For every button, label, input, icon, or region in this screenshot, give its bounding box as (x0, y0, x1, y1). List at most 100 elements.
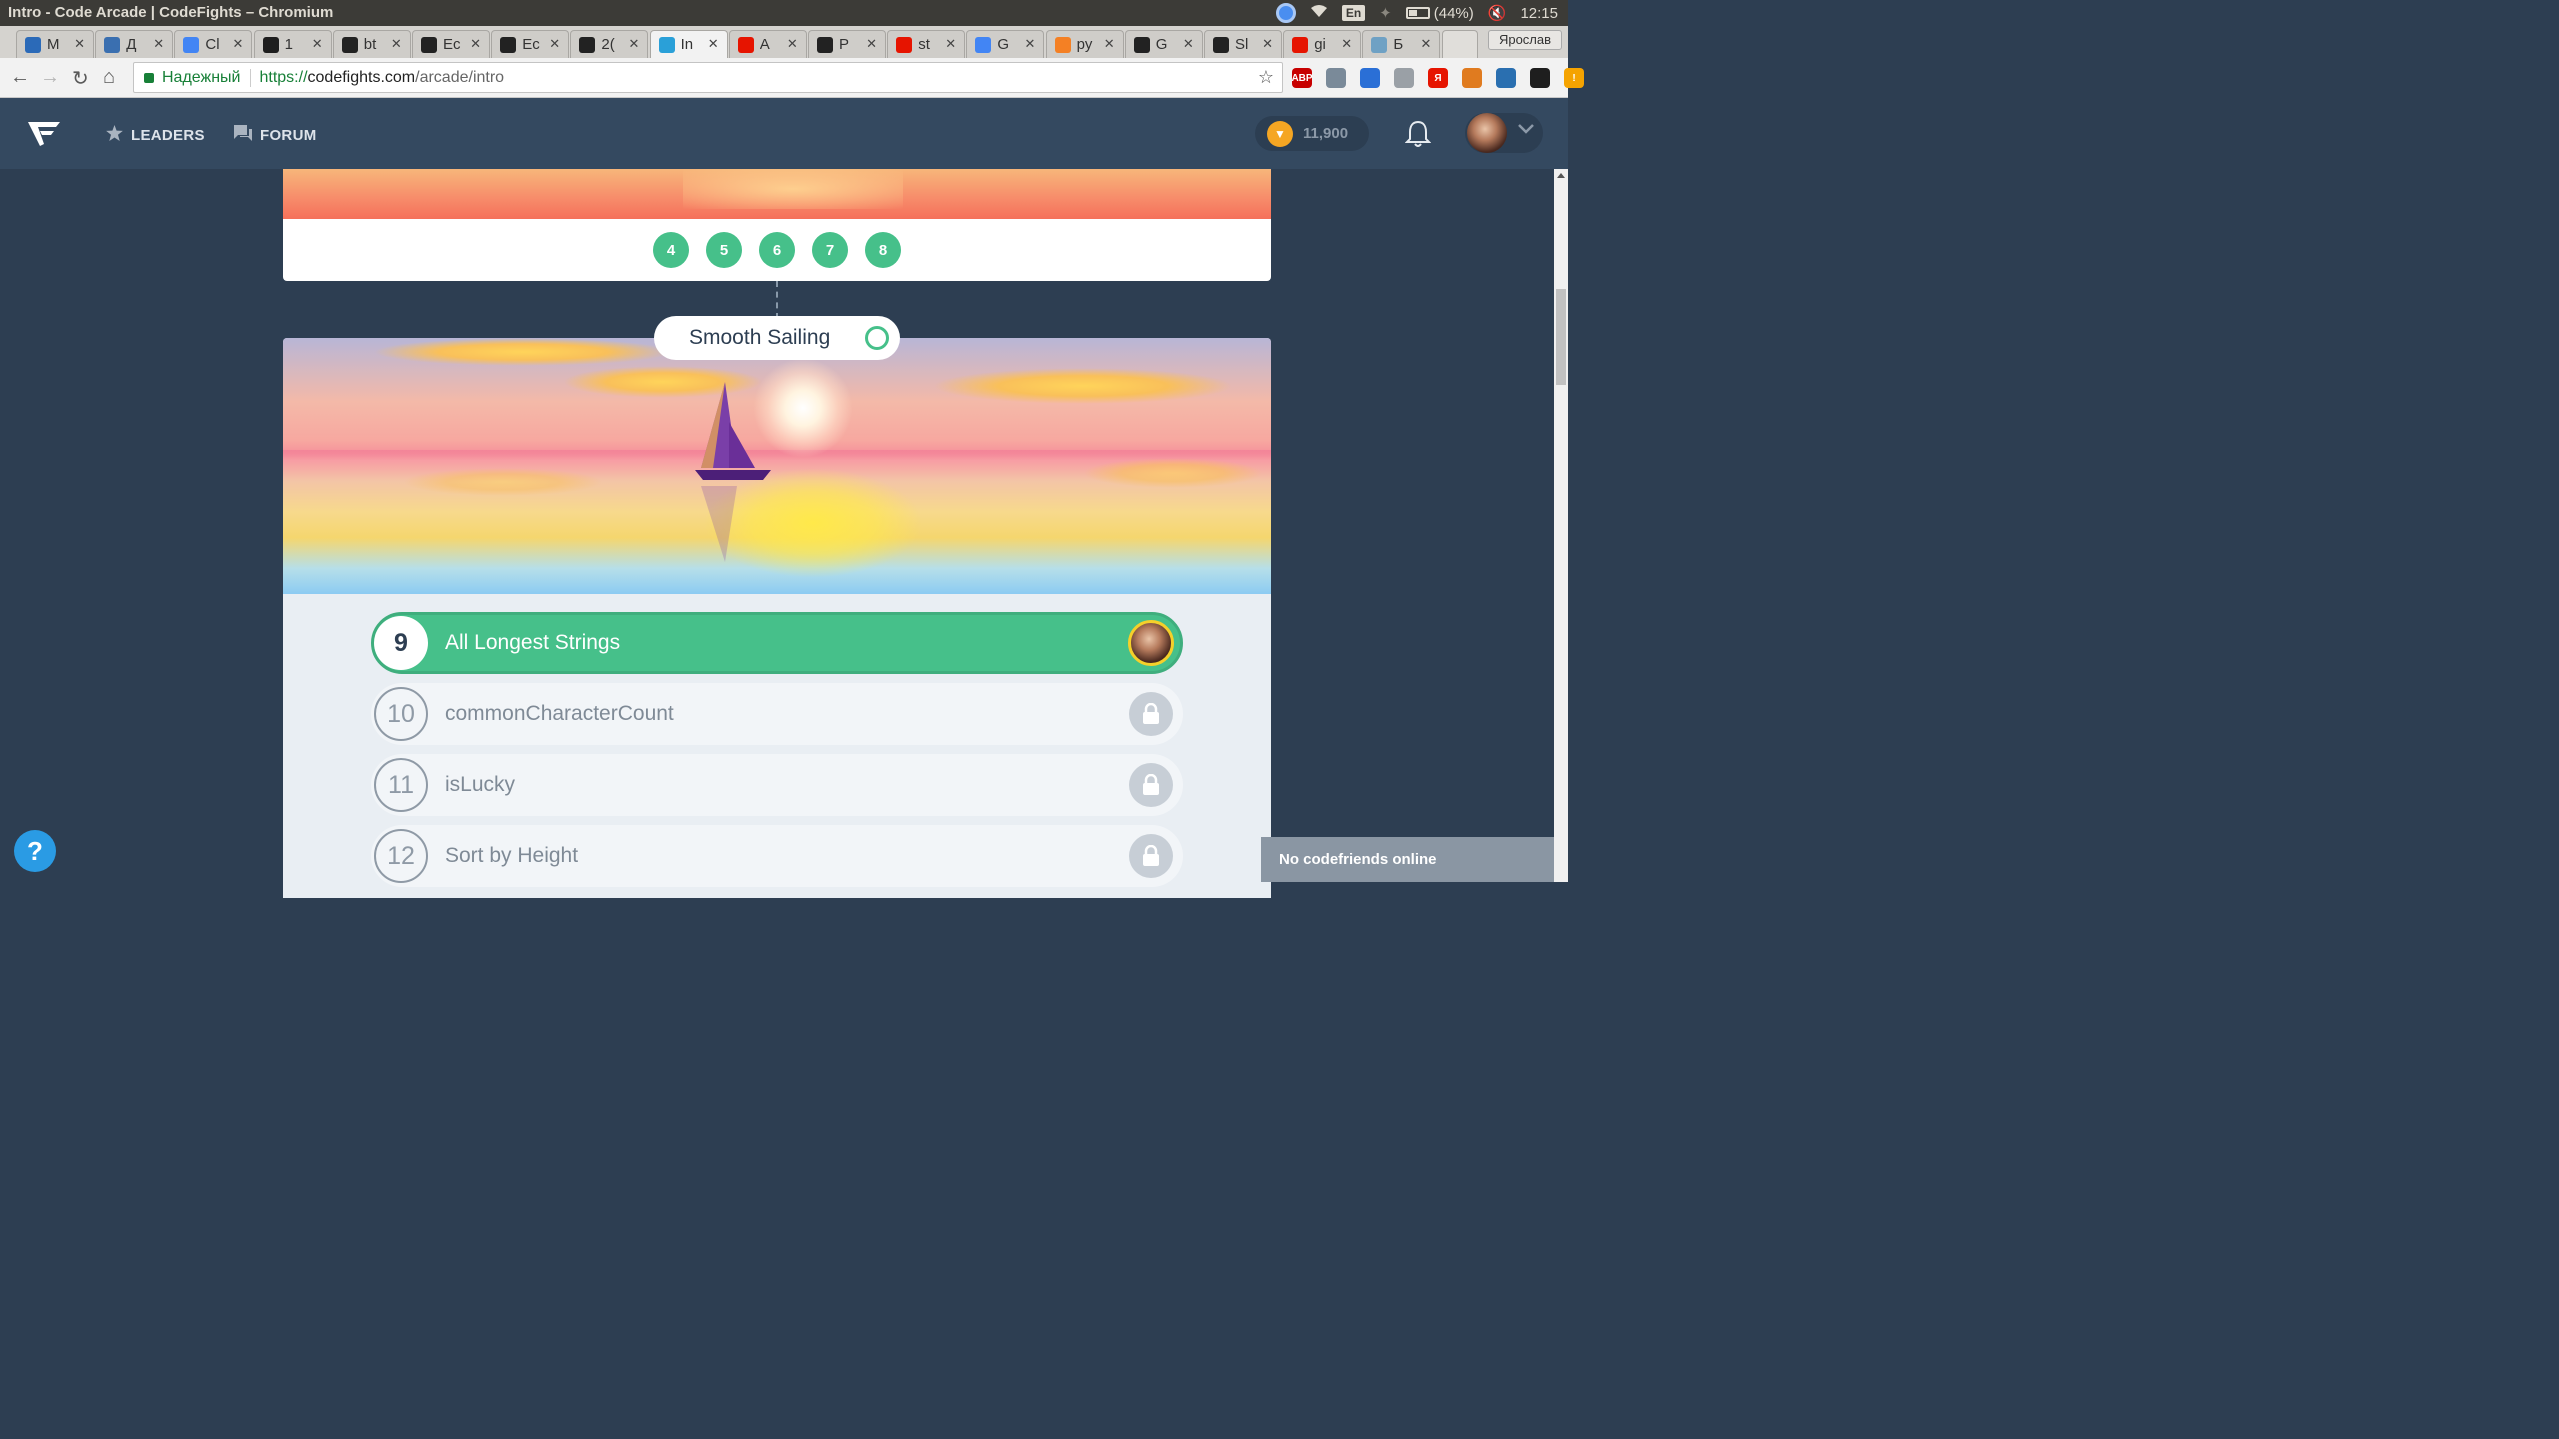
previous-topic-card: 45678 (283, 169, 1271, 281)
browser-tab[interactable]: In ✕ (649, 30, 728, 58)
help-button[interactable]: ? (14, 830, 56, 872)
bookmark-star-icon[interactable]: ☆ (1258, 67, 1274, 88)
avatar[interactable] (1467, 113, 1507, 153)
close-icon[interactable]: ✕ (866, 36, 877, 52)
reload-icon[interactable]: ↻ (72, 66, 89, 91)
cloud (1083, 458, 1263, 488)
bluebox-icon[interactable] (1496, 68, 1516, 88)
browser-tab[interactable]: M ✕ (16, 30, 94, 58)
close-icon[interactable]: ✕ (391, 36, 402, 52)
browser-tab[interactable]: Ec ✕ (491, 30, 570, 58)
tab-label: Б (1393, 36, 1404, 53)
battery-indicator[interactable]: (44%) (1405, 5, 1474, 22)
browser-tab[interactable]: py ✕ (1045, 30, 1124, 58)
url-host: codefights.com (307, 68, 416, 86)
close-icon[interactable]: ✕ (470, 36, 481, 52)
completed-level-dot[interactable]: 5 (706, 232, 742, 268)
tab-label: G (997, 36, 1010, 53)
level-row[interactable]: 12 Sort by Height (371, 825, 1183, 887)
close-icon[interactable]: ✕ (232, 36, 243, 52)
user-menu[interactable] (1465, 113, 1543, 153)
tab-label: M (47, 36, 60, 53)
browser-tab[interactable]: Ec ✕ (412, 30, 490, 58)
home-icon[interactable]: ⌂ (103, 66, 115, 89)
yandex-icon (1292, 36, 1309, 53)
close-icon[interactable]: ✕ (153, 36, 164, 52)
extension-icon[interactable] (1326, 68, 1346, 88)
completed-level-dot[interactable]: 7 (812, 232, 848, 268)
paw-icon[interactable] (1394, 68, 1414, 88)
browser-tab[interactable]: Д ✕ (95, 30, 174, 58)
browser-tab[interactable]: Sl ✕ (1204, 30, 1282, 58)
close-icon[interactable]: ✕ (1420, 36, 1431, 52)
coin-balance[interactable]: ▼ 11,900 (1255, 116, 1369, 151)
close-icon[interactable]: ✕ (945, 36, 956, 52)
codefriends-panel[interactable]: No codefriends online (1261, 837, 1554, 882)
browser-tab[interactable]: 1 ✕ (253, 30, 332, 58)
topic-title-pill[interactable]: Smooth Sailing (654, 316, 900, 360)
chevron-down-icon[interactable] (1518, 121, 1534, 139)
codefights-logo-icon[interactable] (26, 118, 62, 148)
close-icon[interactable]: ✕ (1341, 36, 1352, 52)
browser-tab[interactable]: gi ✕ (1283, 30, 1362, 58)
close-icon[interactable]: ✕ (708, 36, 719, 52)
browser-tab[interactable]: Б ✕ (1362, 30, 1441, 58)
close-icon[interactable]: ✕ (74, 36, 85, 52)
close-icon[interactable]: ✕ (1024, 36, 1035, 52)
completed-level-dot[interactable]: 4 (653, 232, 689, 268)
new-tab-button[interactable] (1441, 30, 1478, 58)
back-arrow-icon[interactable]: ← (10, 66, 30, 89)
address-bar[interactable]: Надежный https:// codefights.com /arcade… (133, 62, 1283, 93)
browser-tab[interactable]: st ✕ (887, 30, 966, 58)
close-icon[interactable]: ✕ (1262, 36, 1273, 52)
leaders-link[interactable]: LEADERS (106, 125, 205, 145)
level-name: commonCharacterCount (445, 702, 674, 725)
avatar (1128, 620, 1174, 666)
browser-tab[interactable]: G ✕ (1124, 30, 1203, 58)
forum-link[interactable]: FORUM (234, 125, 317, 145)
level-row[interactable]: 9 All Longest Strings (371, 612, 1183, 674)
scroll-up-arrow-icon[interactable] (1557, 173, 1565, 178)
close-icon[interactable]: ✕ (787, 36, 798, 52)
keyboard-layout[interactable]: En (1341, 5, 1366, 21)
browser-tab[interactable]: bt ✕ (332, 30, 411, 58)
close-icon[interactable]: ✕ (628, 36, 639, 52)
level-number: 12 (374, 829, 428, 883)
adblock-icon[interactable]: ABP (1291, 68, 1313, 88)
close-icon[interactable]: ✕ (1104, 36, 1115, 52)
level-number: 11 (374, 758, 428, 812)
page-scrollbar[interactable] (1554, 169, 1568, 882)
close-icon[interactable]: ✕ (1183, 36, 1194, 52)
pipette-icon[interactable] (1360, 68, 1380, 88)
yandex-icon[interactable]: Я (1428, 68, 1448, 88)
close-icon[interactable]: ✕ (312, 36, 323, 52)
completed-level-dot[interactable]: 6 (759, 232, 795, 268)
browser-tab[interactable]: P ✕ (808, 30, 886, 58)
bluetooth-icon[interactable]: ✦ (1379, 4, 1392, 22)
react-icon[interactable] (1530, 68, 1550, 88)
browser-tab[interactable]: G ✕ (966, 30, 1045, 58)
wifi-icon[interactable] (1310, 4, 1328, 22)
browser-tab[interactable]: Cl ✕ (174, 30, 253, 58)
secure-label[interactable]: Надежный (162, 68, 252, 87)
profile-button[interactable]: Ярослав (1488, 30, 1562, 50)
lock-icon[interactable] (144, 72, 154, 83)
volume-muted-icon[interactable]: 🔇 (1488, 4, 1507, 22)
level-row[interactable]: 11 isLucky (371, 754, 1183, 816)
browser-tab[interactable]: A ✕ (728, 30, 807, 58)
notifications-bell-icon[interactable] (1404, 120, 1432, 153)
forward-arrow-icon[interactable]: → (40, 66, 60, 89)
chromium-icon[interactable] (1275, 3, 1296, 23)
scroll-thumb[interactable] (1556, 289, 1566, 385)
browser-tab[interactable]: 2(✕ (570, 30, 649, 58)
github-icon (421, 36, 437, 53)
clock[interactable]: 12:15 (1520, 5, 1558, 22)
github-icon (579, 36, 596, 53)
completed-level-dot[interactable]: 8 (865, 232, 901, 268)
close-icon[interactable]: ✕ (549, 36, 560, 52)
fox-icon[interactable] (1462, 68, 1482, 88)
level-name: isLucky (445, 773, 516, 796)
level-row[interactable]: 10 commonCharacterCount (371, 683, 1183, 745)
trello-icon (25, 36, 41, 53)
warning-icon[interactable]: ! (1564, 68, 1584, 88)
